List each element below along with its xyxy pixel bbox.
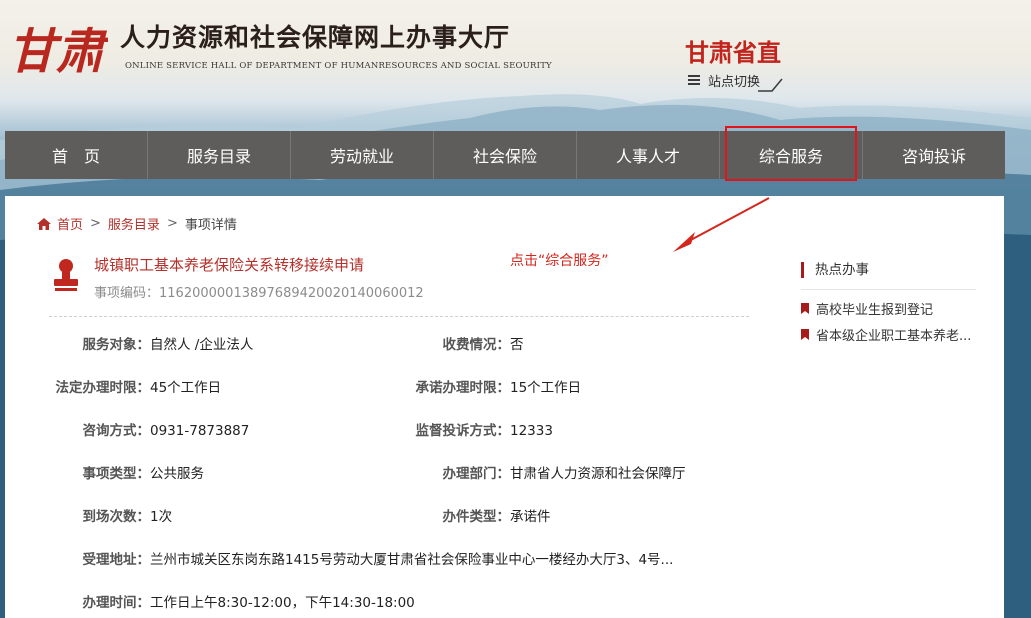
annotation-arrow-icon (673, 197, 770, 252)
field-label: 收费情况： (442, 337, 511, 353)
field-value: 甘肃省人力资源和社会保障厅 (510, 466, 686, 482)
field-label: 承诺办理时限： (415, 380, 511, 396)
seal-stamp-icon (54, 259, 78, 291)
bookmark-icon (801, 328, 809, 340)
hot-services: 热点办事 高校毕业生报到登记 省本级企业职工基本养老... (801, 262, 976, 342)
breadcrumb-separator: > (90, 216, 101, 231)
field-complaint: 监督投诉方式：12333 (5, 419, 553, 439)
field-label: 监督投诉方式： (415, 423, 511, 439)
breadcrumb-catalog[interactable]: 服务目录 (108, 214, 160, 233)
hot-item-label: 省本级企业职工基本养老... (816, 328, 972, 343)
field-department: 办理部门：甘肃省人力资源和社会保障厅 (5, 462, 686, 482)
menu-icon (688, 75, 700, 85)
divider (801, 289, 976, 290)
breadcrumb-current: 事项详情 (184, 218, 237, 233)
item-code: 事项编码：11620000013897689420020140060012 (94, 286, 424, 301)
field-hours: 办理时间：工作日上午8:30-12:00，下午14:30-18:00 (0, 591, 415, 611)
content-panel: 首页 > 服务目录 > 事项详情 城镇职工基本养老保险关系转移接续申请 事项编码… (5, 196, 1004, 618)
logo-text: 甘肃 (8, 24, 108, 80)
nav-social-insurance[interactable]: 社会保险 (434, 131, 577, 179)
breadcrumb-home[interactable]: 首页 (57, 214, 83, 233)
annotation-text: 点击“综合服务” (510, 253, 609, 269)
breadcrumb-separator: > (166, 216, 178, 231)
nav-home[interactable]: 首 页 (5, 131, 148, 179)
field-label: 办理时间： (82, 595, 151, 611)
field-value: 15个工作日 (510, 380, 582, 396)
field-value: 工作日上午8:30-12:00，下午14:30-18:00 (150, 595, 415, 611)
field-value: 否 (510, 337, 524, 353)
nav-personnel[interactable]: 人事人才 (577, 131, 720, 179)
hot-item[interactable]: 高校毕业生报到登记 (801, 300, 976, 316)
site-switch-button[interactable]: 站点切换 (688, 70, 783, 92)
hot-services-title: 热点办事 (801, 262, 976, 278)
main-nav: 首 页 服务目录 劳动就业 社会保险 人事人才 综合服务 咨询投诉 (5, 126, 1005, 181)
field-address: 受理地址：兰州市城关区东岗东路1415号劳动大厦甘肃省社会保险事业中心一楼经办大… (0, 548, 674, 568)
site-title: 人力资源和社会保障网上办事大厅 (120, 23, 511, 52)
nav-consult-complaint[interactable]: 咨询投诉 (863, 131, 1005, 179)
switch-underline-icon (758, 78, 783, 92)
field-doc-type: 办件类型：承诺件 (5, 505, 551, 525)
bookmark-icon (801, 302, 809, 314)
field-value: 兰州市城关区东岗东路1415号劳动大厦甘肃省社会保险事业中心一楼经办大厅3、4号… (150, 552, 674, 568)
field-label: 办理部门： (442, 466, 511, 482)
region-name: 甘肃省直 (685, 39, 781, 67)
dashed-divider (49, 316, 749, 317)
field-promise-limit: 承诺办理时限：15个工作日 (5, 376, 582, 396)
home-icon (37, 217, 51, 230)
field-value: 承诺件 (510, 509, 551, 525)
site-switch-label: 站点切换 (708, 74, 761, 90)
hot-item-label: 高校毕业生报到登记 (816, 302, 934, 317)
field-label: 受理地址： (82, 552, 151, 568)
field-fee: 收费情况：否 (5, 333, 524, 353)
field-label: 办件类型： (442, 509, 511, 525)
nav-service-catalog[interactable]: 服务目录 (148, 131, 291, 179)
breadcrumb: 首页 > 服务目录 > 事项详情 (37, 214, 237, 233)
field-value: 12333 (510, 423, 553, 439)
item-title: 城镇职工基本养老保险关系转移接续申请 (94, 256, 365, 274)
nav-comprehensive-service[interactable]: 综合服务 (720, 126, 863, 181)
gansu-logo: 甘肃 (8, 24, 108, 80)
hot-item[interactable]: 省本级企业职工基本养老... (801, 326, 976, 342)
nav-employment[interactable]: 劳动就业 (291, 131, 434, 179)
site-subtitle: ONLINE SERVICE HALL OF DEPARTMENT OF HUM… (125, 61, 552, 71)
